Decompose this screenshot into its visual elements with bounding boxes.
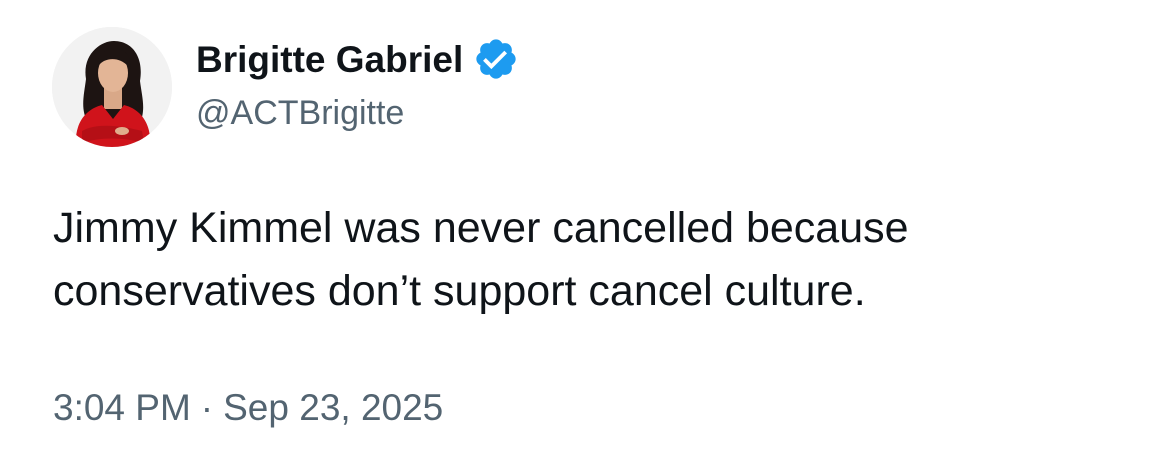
timestamp-separator: · [200, 387, 214, 428]
author-name-row: Brigitte Gabriel [196, 33, 519, 85]
tweet-date[interactable]: Sep 23, 2025 [223, 387, 443, 428]
author-display-name[interactable]: Brigitte Gabriel [196, 41, 463, 78]
tweet-text: Jimmy Kimmel was never cancelled because… [53, 197, 1113, 323]
tweet-time[interactable]: 3:04 PM [53, 387, 191, 428]
tweet-text-line: Jimmy Kimmel was never cancelled because [53, 204, 909, 252]
author-handle[interactable]: @ACTBrigitte [196, 96, 404, 130]
avatar[interactable] [52, 27, 172, 147]
avatar-photo [52, 27, 172, 147]
tweet-text-line: conservatives don’t support cancel cultu… [53, 267, 866, 315]
verified-badge-icon [476, 39, 516, 79]
tweet-timestamp: 3:04 PM · Sep 23, 2025 [53, 389, 443, 426]
tweet-card: Brigitte Gabriel @ACTBrigitte Jimmy Kimm… [0, 0, 1151, 449]
